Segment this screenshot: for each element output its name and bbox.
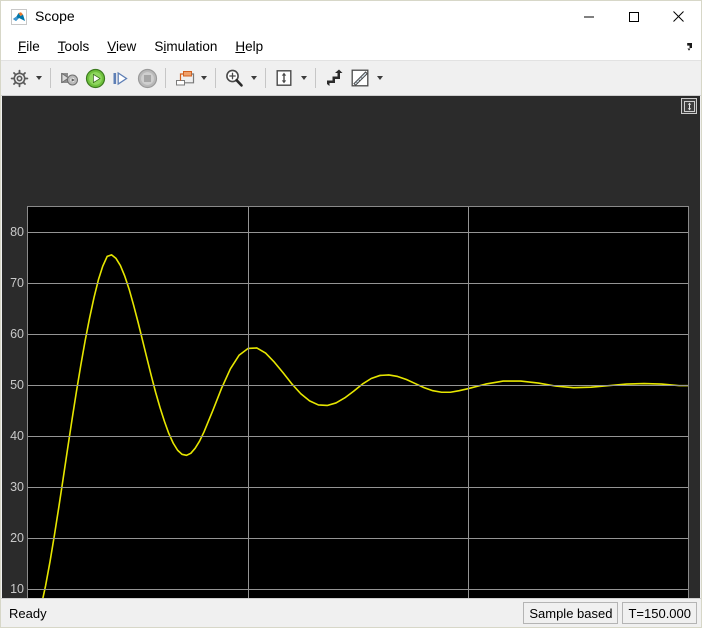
menu-item-help[interactable]: Help bbox=[226, 33, 272, 60]
menu-item-view[interactable]: View bbox=[98, 33, 145, 60]
signal-diagram-icon[interactable] bbox=[171, 65, 197, 91]
zoom-dropdown-arrow-icon[interactable] bbox=[247, 65, 260, 91]
gridline-horizontal bbox=[28, 232, 688, 234]
gridline-horizontal bbox=[28, 283, 688, 285]
maximize-axes-icon[interactable] bbox=[681, 98, 697, 114]
ruler-icon[interactable] bbox=[347, 65, 373, 91]
signal-line bbox=[28, 255, 688, 598]
gridline-horizontal bbox=[28, 588, 688, 590]
y-tick-label: 10 bbox=[10, 581, 24, 596]
rewind-run-icon[interactable] bbox=[56, 65, 82, 91]
menu-item-view-rest: iew bbox=[116, 39, 137, 54]
matlab-scope-icon bbox=[11, 8, 27, 25]
gridline-horizontal bbox=[28, 385, 688, 387]
stop-icon bbox=[134, 65, 160, 91]
toolbar bbox=[1, 61, 701, 96]
toolbar-separator bbox=[315, 68, 316, 88]
gridline-horizontal bbox=[28, 486, 688, 488]
minimize-button[interactable] bbox=[566, 1, 611, 32]
cursor-step-icon[interactable] bbox=[321, 65, 347, 91]
y-tick-label: 60 bbox=[10, 327, 24, 342]
close-button[interactable] bbox=[656, 1, 701, 32]
step-forward-icon[interactable] bbox=[108, 65, 134, 91]
toolbar-separator bbox=[265, 68, 266, 88]
gear-dropdown-arrow-icon[interactable] bbox=[32, 65, 45, 91]
gear-icon[interactable] bbox=[6, 65, 32, 91]
y-tick-label: 70 bbox=[10, 276, 24, 291]
gridline-vertical bbox=[248, 207, 249, 598]
menu-item-tools[interactable]: Tools bbox=[49, 33, 99, 60]
signal-dropdown-arrow-icon[interactable] bbox=[197, 65, 210, 91]
gridline-horizontal bbox=[28, 334, 688, 336]
autoscale-dropdown-arrow-icon[interactable] bbox=[297, 65, 310, 91]
gridline-vertical bbox=[468, 207, 469, 598]
y-tick-label: 30 bbox=[10, 479, 24, 494]
play-icon[interactable] bbox=[82, 65, 108, 91]
window-title: Scope bbox=[35, 8, 75, 24]
undock-arrow-icon[interactable] bbox=[681, 41, 693, 53]
maximize-button[interactable] bbox=[611, 1, 656, 32]
menu-item-file[interactable]: File bbox=[9, 33, 49, 60]
magnifier-icon[interactable] bbox=[221, 65, 247, 91]
menu-item-file-rest: ile bbox=[26, 39, 40, 54]
gridline-horizontal bbox=[28, 436, 688, 437]
autoscale-icon[interactable] bbox=[271, 65, 297, 91]
status-bar: Ready Sample based T=150.000 bbox=[1, 598, 701, 627]
plot-area[interactable] bbox=[27, 206, 689, 598]
y-tick-label: 80 bbox=[10, 225, 24, 240]
signal-trace bbox=[28, 207, 688, 598]
y-tick-label: 50 bbox=[10, 378, 24, 393]
title-bar: Scope bbox=[1, 1, 701, 33]
y-tick-label: 20 bbox=[10, 530, 24, 545]
menu-item-simulation-rest: mulation bbox=[166, 39, 218, 54]
scope-window: Scope File Tools View Simulation Help 10… bbox=[0, 0, 702, 628]
gridline-horizontal bbox=[28, 537, 688, 539]
status-message: Ready bbox=[9, 605, 47, 621]
toolbar-separator bbox=[165, 68, 166, 88]
menu-bar: File Tools View Simulation Help bbox=[1, 33, 701, 61]
toolbar-separator bbox=[50, 68, 51, 88]
status-sim-time: T=150.000 bbox=[622, 602, 697, 624]
toolbar-separator bbox=[215, 68, 216, 88]
scope-plot-panel[interactable]: 01020304050607080 050100150 bbox=[2, 96, 700, 598]
measurements-dropdown-arrow-icon[interactable] bbox=[373, 65, 386, 91]
menu-item-help-rest: elp bbox=[245, 39, 264, 54]
y-tick-label: 40 bbox=[10, 429, 24, 443]
status-frame-mode: Sample based bbox=[523, 602, 619, 624]
y-axis-ticks: 01020304050607080 bbox=[2, 206, 24, 598]
menu-item-simulation[interactable]: Simulation bbox=[145, 33, 226, 60]
window-controls bbox=[566, 1, 701, 32]
menu-item-tools-rest: ools bbox=[64, 39, 90, 54]
